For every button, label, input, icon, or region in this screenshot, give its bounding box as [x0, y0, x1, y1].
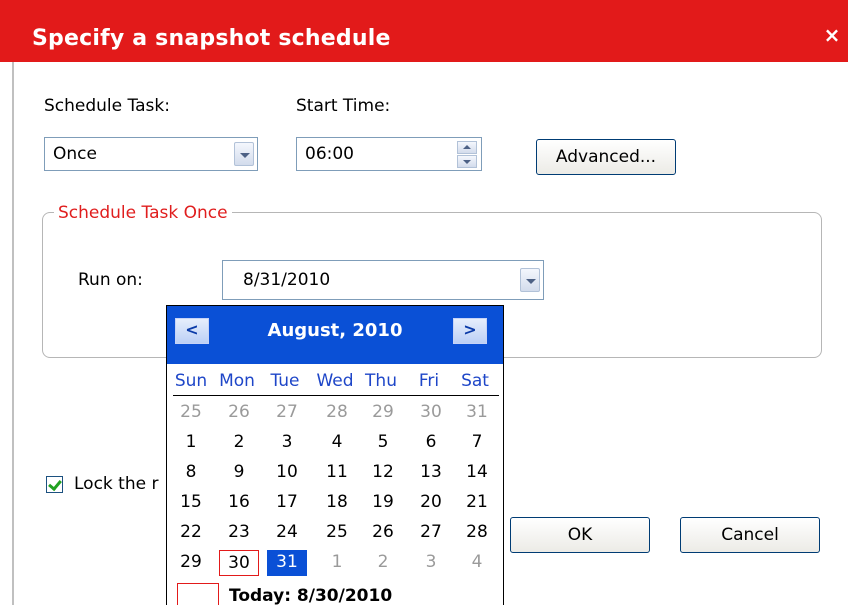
start-time-value: 06:00	[305, 144, 354, 164]
spin-down-icon[interactable]	[457, 155, 477, 168]
calendar-month-title: August, 2010	[267, 320, 403, 341]
schedule-task-value: Once	[53, 144, 97, 164]
calendar-day[interactable]: 21	[457, 490, 497, 516]
calendar-day[interactable]: 29	[363, 400, 403, 426]
calendar-day[interactable]: 26	[219, 400, 259, 426]
calendar-day[interactable]: 27	[411, 520, 451, 546]
run-on-date-picker[interactable]: 8/31/2010	[222, 260, 544, 300]
start-time-field[interactable]: 06:00	[296, 137, 482, 171]
calendar-day[interactable]: 31	[457, 400, 497, 426]
lock-checkbox[interactable]	[46, 476, 63, 493]
run-on-label: Run on:	[78, 270, 143, 290]
calendar-day[interactable]: 3	[267, 430, 307, 456]
calendar-day[interactable]: 14	[457, 460, 497, 486]
calendar-day[interactable]: 10	[267, 460, 307, 486]
weekday-header: Thu	[365, 371, 397, 391]
close-icon[interactable]: ×	[820, 24, 844, 48]
calendar-day[interactable]: 24	[267, 520, 307, 546]
calendar-day[interactable]: 30	[411, 400, 451, 426]
time-spinner[interactable]	[457, 141, 477, 168]
calendar-day[interactable]: 13	[411, 460, 451, 486]
calendar-day[interactable]: 1	[317, 550, 357, 576]
calendar-day[interactable]: 9	[219, 460, 259, 486]
calendar-day[interactable]: 5	[363, 430, 403, 456]
group-legend: Schedule Task Once	[54, 203, 232, 223]
prev-month-icon[interactable]: <	[175, 318, 209, 344]
calendar-day[interactable]: 11	[317, 460, 357, 486]
weekday-header: Fri	[418, 371, 440, 391]
weekday-header: Mon	[219, 371, 255, 391]
calendar-day[interactable]: 20	[411, 490, 451, 516]
schedule-task-label: Schedule Task:	[44, 96, 170, 116]
chevron-down-icon[interactable]	[520, 268, 540, 292]
weekday-header: Sat	[461, 371, 489, 391]
calendar-day[interactable]: 29	[171, 550, 211, 576]
weekday-divider	[173, 395, 499, 396]
calendar-day[interactable]: 19	[363, 490, 403, 516]
schedule-task-dropdown[interactable]: Once	[44, 137, 258, 171]
weekday-header: Wed	[316, 371, 354, 391]
weekday-header: Sun	[174, 371, 208, 391]
cancel-button[interactable]: Cancel	[680, 517, 820, 553]
calendar-day[interactable]: 16	[219, 490, 259, 516]
calendar-day[interactable]: 4	[317, 430, 357, 456]
calendar-day[interactable]: 6	[411, 430, 451, 456]
calendar-day[interactable]: 2	[363, 550, 403, 576]
calendar-day[interactable]: 15	[171, 490, 211, 516]
calendar-day[interactable]: 23	[219, 520, 259, 546]
calendar-day[interactable]: 2	[219, 430, 259, 456]
chevron-down-icon[interactable]	[234, 142, 254, 166]
calendar-day[interactable]: 27	[267, 400, 307, 426]
start-time-label: Start Time:	[296, 96, 391, 116]
calendar-day[interactable]: 18	[317, 490, 357, 516]
calendar-header: < August, 2010 >	[167, 306, 503, 364]
calendar-day[interactable]: 28	[317, 400, 357, 426]
calendar-day[interactable]: 31	[267, 550, 307, 576]
title-bar: Specify a snapshot schedule ×	[0, 0, 848, 62]
calendar-day[interactable]: 25	[317, 520, 357, 546]
lock-checkbox-label: Lock the r	[74, 474, 159, 494]
calendar-day[interactable]: 25	[171, 400, 211, 426]
calendar-day[interactable]: 4	[457, 550, 497, 576]
calendar-day[interactable]: 22	[171, 520, 211, 546]
today-marker	[177, 583, 219, 605]
calendar-day[interactable]: 26	[363, 520, 403, 546]
calendar-day[interactable]: 3	[411, 550, 451, 576]
calendar-day[interactable]: 1	[171, 430, 211, 456]
calendar-day[interactable]: 28	[457, 520, 497, 546]
next-month-icon[interactable]: >	[453, 318, 487, 344]
ok-button[interactable]: OK	[510, 517, 650, 553]
calendar-day[interactable]: 8	[171, 460, 211, 486]
window-title: Specify a snapshot schedule	[32, 26, 391, 51]
calendar-day[interactable]: 7	[457, 430, 497, 456]
calendar-day[interactable]: 30	[219, 550, 259, 576]
today-link[interactable]: Today: 8/30/2010	[229, 586, 392, 605]
calendar-popup: < August, 2010 > Sun Mon Tue Wed Thu Fri Sat 2…	[166, 305, 504, 605]
calendar-day[interactable]: 17	[267, 490, 307, 516]
run-on-value: 8/31/2010	[243, 270, 331, 290]
spin-up-icon[interactable]	[457, 141, 477, 154]
calendar-day[interactable]: 12	[363, 460, 403, 486]
advanced-button[interactable]: Advanced...	[536, 139, 676, 175]
weekday-header: Tue	[270, 371, 300, 391]
